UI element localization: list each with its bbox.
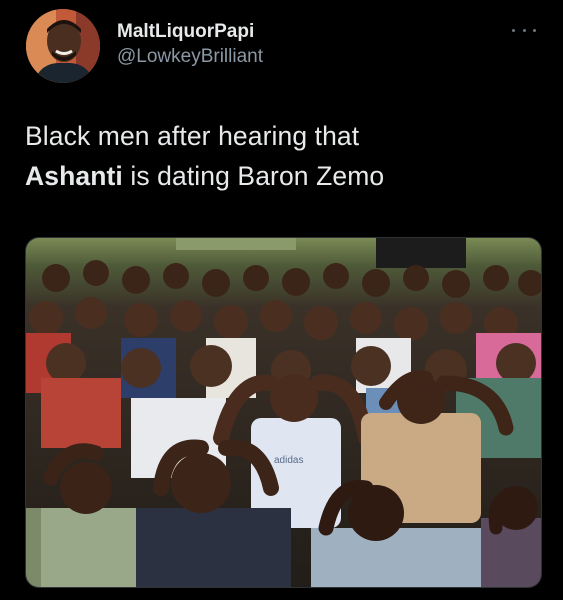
shirt-print: adidas	[274, 455, 303, 466]
avatar[interactable]	[26, 9, 100, 83]
tweet-text-line-2: Ashanti is dating Baron Zemo	[25, 156, 545, 196]
tweet-text: Black men after hearing that Ashanti is …	[25, 116, 545, 196]
tweet-text-line-1: Black men after hearing that	[25, 121, 360, 151]
tweet: MaltLiquorPapi @LowkeyBrilliant Black me…	[0, 0, 563, 600]
user-handle[interactable]: @LowkeyBrilliant	[117, 45, 263, 69]
crowd-photo: adidas	[26, 238, 541, 587]
avatar-image	[26, 9, 100, 83]
tweet-text-bold-name: Ashanti	[25, 161, 123, 191]
display-name[interactable]: MaltLiquorPapi	[117, 20, 263, 44]
tweet-text-rest: is dating Baron Zemo	[122, 161, 385, 191]
tweet-header: MaltLiquorPapi @LowkeyBrilliant	[23, 6, 540, 84]
tweet-media-photo[interactable]: adidas	[25, 237, 542, 588]
author-names: MaltLiquorPapi @LowkeyBrilliant	[117, 20, 263, 69]
ellipsis-icon[interactable]	[510, 20, 538, 40]
